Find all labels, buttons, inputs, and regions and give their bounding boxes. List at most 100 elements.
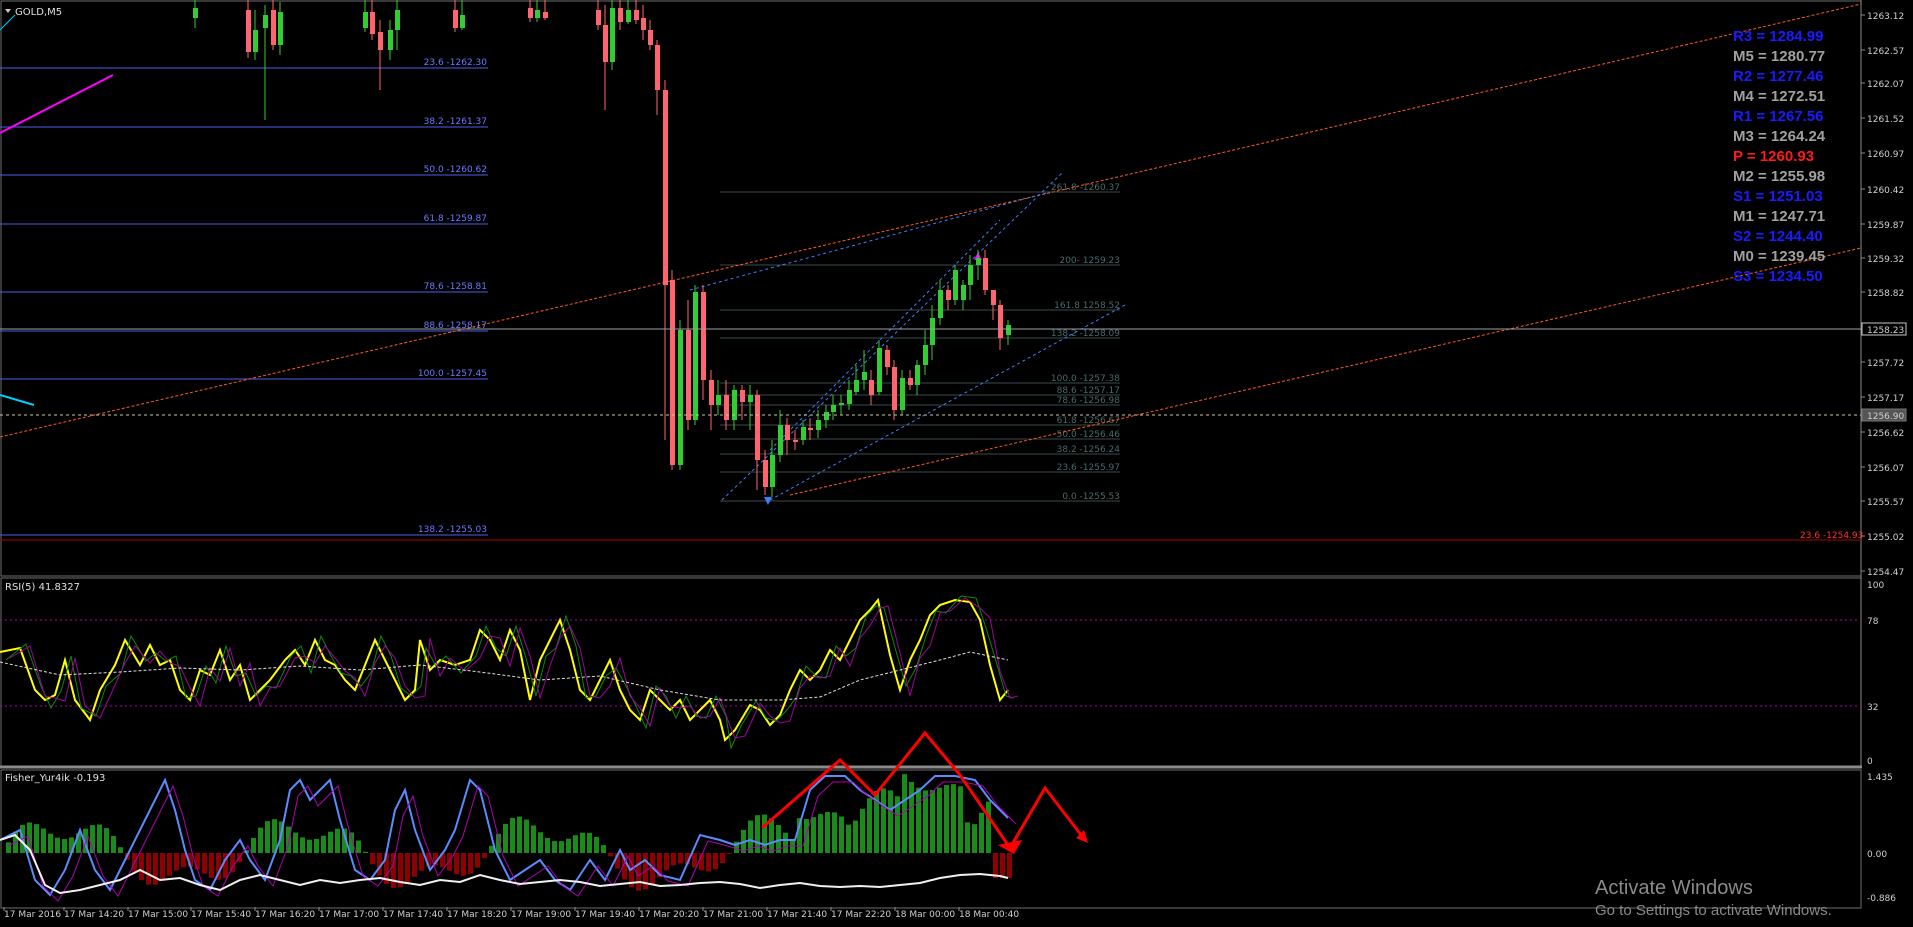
pivot-level: M3 = 1264.24: [1733, 128, 1826, 145]
pivot-level: S1 = 1251.03: [1733, 188, 1823, 205]
fisher-hist-bar: [608, 853, 613, 857]
candle: [938, 280, 943, 325]
candle: [701, 285, 706, 400]
svg-text:1261.52: 1261.52: [1867, 115, 1904, 125]
fisher-hist-bar: [461, 853, 466, 876]
fisher-hist-bar: [146, 853, 151, 885]
fisher-hist-bar: [454, 853, 459, 875]
cyan-line: [0, 394, 35, 406]
activate-windows-watermark: Activate Windows Go to Settings to activ…: [1595, 877, 1832, 919]
fisher-hist-bar: [531, 825, 536, 853]
time-axis-label: 17 Mar 21:40: [767, 910, 827, 920]
fisher-hist-bar: [328, 831, 333, 853]
activate-line1: Activate Windows: [1595, 877, 1753, 899]
time-axis: 17 Mar 2016 17 Mar 14:20 17 Mar 15:00 17 Ma…: [3, 907, 1019, 920]
price-tick-label: 1257.72: [1867, 359, 1904, 369]
candlesticks: [193, 0, 1011, 497]
candle: [535, 0, 540, 22]
rsi-signal-purple: [9, 597, 1019, 739]
fib-right-label: 38.2 -1256.24: [1057, 445, 1121, 455]
pivot-level: M1 = 1247.71: [1733, 208, 1825, 225]
fisher-hist-bar: [370, 853, 375, 865]
fisher-hist-bar: [118, 847, 123, 853]
candle: [663, 80, 668, 440]
candle: [953, 265, 958, 305]
candle: [543, 0, 548, 20]
candle: [618, 0, 623, 30]
time-axis-label: 17 Mar 22:20: [831, 910, 891, 920]
candle: [793, 430, 798, 450]
candle: [1006, 320, 1011, 345]
candle: [785, 418, 790, 455]
candle: [253, 10, 258, 60]
fisher-hist-bar: [580, 832, 585, 853]
candle: [263, 5, 268, 120]
candle: [968, 255, 973, 300]
rsi-signal-green: [5, 595, 1015, 750]
cyan-line-top: [0, 14, 16, 31]
fisher-hist-bar: [503, 823, 508, 853]
rsi-axis-label: 100: [1867, 581, 1884, 591]
rsi-ma-line: [0, 651, 1009, 701]
fisher-hist-bar: [412, 853, 417, 877]
svg-text:1263.12: 1263.12: [1867, 12, 1904, 22]
fisher-hist-bar: [55, 837, 60, 853]
svg-text:1258.82: 1258.82: [1867, 289, 1904, 299]
rsi-panel[interactable]: RSI(5) 41.8327 100 78 32 0: [0, 581, 1884, 767]
candle: [363, 0, 368, 32]
pivot-level: M2 = 1255.98: [1733, 168, 1825, 185]
fisher-hist-bar: [559, 841, 564, 853]
fisher-hist-bar: [881, 788, 886, 853]
price-tick-label: 1259.87: [1867, 221, 1904, 231]
pivot-level: S2 = 1244.40: [1733, 228, 1823, 245]
fisher-hist-bar: [258, 827, 263, 853]
price-tick-label: 1255.57: [1867, 498, 1904, 508]
price-tick-label: 1255.02: [1867, 533, 1904, 543]
time-axis-label: 17 Mar 19:00: [511, 910, 571, 920]
fisher-hist-bar: [678, 853, 683, 864]
price-axis: 1263.12 1262.57 1262.07 1261.52 1260.97 1260.…: [0, 0, 1907, 768]
candle: [655, 40, 660, 115]
red-arrowhead-icon: [998, 840, 1022, 854]
fisher-hist-bar: [867, 798, 872, 853]
fisher-hist-bar: [769, 818, 774, 853]
fisher-hist-bar: [587, 832, 592, 853]
fisher-hist-bar: [601, 845, 606, 853]
candle: [961, 280, 966, 310]
dropdown-triangle-icon[interactable]: [5, 9, 11, 13]
fisher-hist-bar: [1007, 853, 1012, 878]
fisher-hist-bar: [307, 839, 312, 853]
fisher-hist-bar: [419, 853, 424, 871]
chart-window[interactable]: 23.6 -1262.30 38.2 -1261.37 50.0 -1260.62 6…: [0, 0, 1913, 927]
rsi-axis-label: 32: [1867, 703, 1878, 713]
candle: [930, 305, 935, 360]
fisher-hist-bar: [167, 853, 172, 876]
fisher-hist-bar: [34, 824, 39, 853]
candle: [778, 410, 783, 462]
fisher-axis-label: 0.00: [1867, 850, 1887, 860]
rsi-title: RSI(5) 41.8327: [5, 582, 80, 593]
fib-right-label: 138.2 -1258.09: [1051, 329, 1120, 339]
pivot-level: R2 = 1277.46: [1733, 68, 1824, 85]
price-panel[interactable]: 23.6 -1262.30 38.2 -1261.37 50.0 -1260.62 6…: [0, 0, 1907, 768]
candle: [395, 0, 400, 50]
fib-left-label: 38.2 -1261.37: [424, 117, 487, 127]
fisher-hist-bar: [916, 787, 921, 853]
price-tick-label: 1256.07: [1867, 464, 1904, 474]
fisher-hist-bar: [195, 853, 200, 870]
fisher-hist-bar: [727, 853, 732, 854]
candle: [246, 0, 251, 58]
svg-text:1259.87: 1259.87: [1867, 221, 1904, 231]
fisher-hist-bar: [993, 853, 998, 878]
fisher-hist-bar: [356, 840, 361, 853]
fisher-hist-bar: [972, 824, 977, 853]
candle: [278, 2, 283, 55]
fisher-hist-bar: [671, 853, 676, 866]
candle: [998, 300, 1003, 350]
candle: [686, 300, 691, 430]
time-axis-label: 17 Mar 18:20: [447, 910, 507, 920]
price-tick-label: 1262.07: [1867, 80, 1904, 90]
svg-text:1258.23: 1258.23: [1867, 326, 1904, 336]
candle: [862, 350, 867, 390]
fisher-hist-bar: [755, 815, 760, 853]
